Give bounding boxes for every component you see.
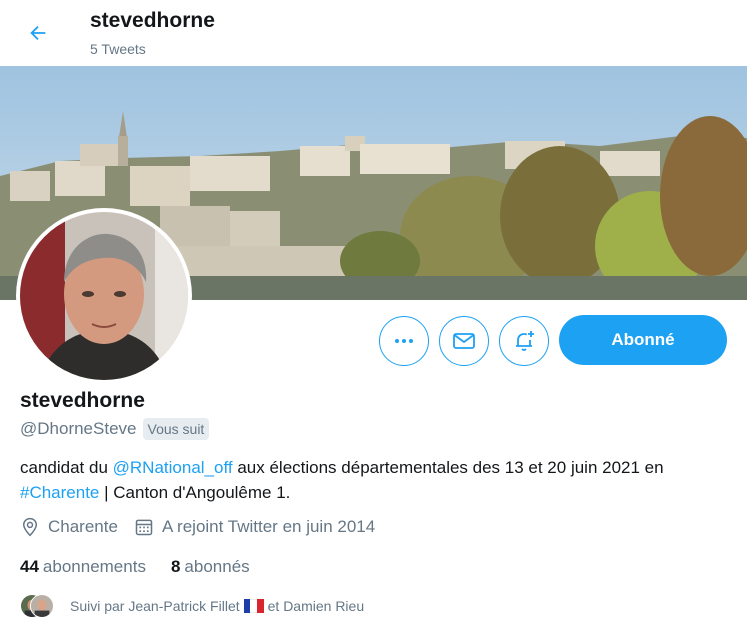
calendar-icon xyxy=(135,519,153,536)
more-icon xyxy=(395,339,413,343)
follows-you-badge: Vous suit xyxy=(142,418,210,440)
bio-hashtag-link[interactable]: #Charente xyxy=(20,483,99,502)
followed-by-suffix: et Damien Rieu xyxy=(267,598,365,614)
profile-avatar[interactable] xyxy=(16,208,192,384)
followers-you-know-avatars xyxy=(20,594,54,618)
followers-count: 8 xyxy=(170,557,181,576)
notifications-button[interactable] xyxy=(499,316,549,366)
location-text: Charente xyxy=(48,517,118,536)
followed-by-prefix: Suivi par Jean-Patrick Fillet xyxy=(70,598,240,614)
following-count: 44 xyxy=(20,557,39,576)
follow-stats: 44 abonnements 8 abonnés xyxy=(20,557,275,577)
avatar xyxy=(30,594,54,618)
location-pin-icon xyxy=(22,517,38,537)
following-link[interactable]: 44 abonnements xyxy=(20,557,146,577)
bell-plus-icon xyxy=(516,331,534,351)
bio-text-2: aux élections départementales des 13 et … xyxy=(232,458,664,477)
profile-meta: Charente A rejoint Twitter en juin 2014 xyxy=(20,517,391,537)
followed-by-row[interactable]: Suivi par Jean-Patrick Fillet et Damien … xyxy=(20,594,364,618)
profile-handle: @DhorneSteve xyxy=(20,419,137,438)
arrow-left-icon xyxy=(30,25,46,41)
bio-text-1: candidat du xyxy=(20,458,113,477)
followers-link[interactable]: 8 abonnés xyxy=(171,557,250,577)
back-button[interactable] xyxy=(18,13,58,53)
handle-row: @DhorneSteve Vous suit xyxy=(20,418,210,440)
message-button[interactable] xyxy=(439,316,489,366)
more-button[interactable] xyxy=(379,316,429,366)
profile-display-name: stevedhorne xyxy=(20,389,145,412)
bio-text-3: | Canton d'Angoulême 1. xyxy=(99,483,291,502)
following-label: abonnements xyxy=(42,557,146,576)
france-flag-icon xyxy=(243,599,264,613)
envelope-icon xyxy=(453,333,475,349)
header-tweet-count: 5 Tweets xyxy=(90,41,146,57)
joined-item: A rejoint Twitter en juin 2014 xyxy=(134,517,375,537)
joined-text: A rejoint Twitter en juin 2014 xyxy=(161,517,376,536)
header-display-name: stevedhorne xyxy=(90,9,215,32)
location-item: Charente xyxy=(20,517,118,537)
top-bar: stevedhorne 5 Tweets xyxy=(0,0,747,66)
profile-bio: candidat du @RNational_off aux élections… xyxy=(20,455,735,505)
followers-label: abonnés xyxy=(184,557,250,576)
following-button[interactable]: Abonné xyxy=(559,315,727,365)
bio-mention-link[interactable]: @RNational_off xyxy=(113,458,233,477)
